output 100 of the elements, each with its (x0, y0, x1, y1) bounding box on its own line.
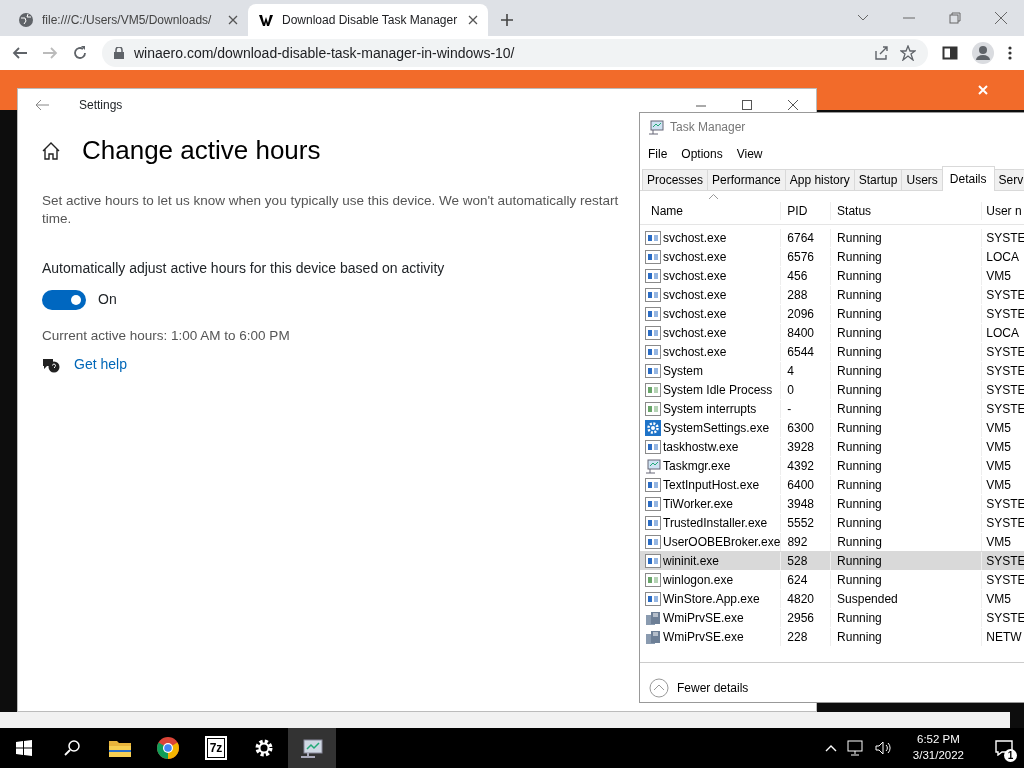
status-cell: Running (830, 475, 982, 494)
status-cell: Running (830, 627, 982, 646)
process-name: svchost.exe (663, 305, 727, 323)
status-cell: Running (830, 304, 982, 323)
more-icon[interactable] (1008, 45, 1012, 61)
share-icon[interactable] (874, 45, 890, 61)
profile-icon[interactable] (972, 42, 994, 64)
monitor-icon[interactable] (300, 738, 324, 758)
chrome-icon[interactable] (157, 737, 179, 759)
tab[interactable]: Details (941, 166, 995, 191)
tab[interactable]: Processes (642, 169, 709, 190)
close-icon[interactable] (787, 99, 799, 111)
collapse-icon[interactable] (649, 677, 669, 698)
scrollbar[interactable] (0, 712, 1010, 728)
app-7z-icon[interactable]: 7z (204, 736, 228, 760)
user-cell: VM5 (981, 532, 1024, 551)
maximize-icon[interactable] (741, 99, 753, 111)
globe-icon (18, 12, 34, 28)
user-cell: VM5 (981, 589, 1024, 608)
fewer-details-link[interactable]: Fewer details (677, 678, 749, 697)
tab[interactable]: Startup (853, 169, 903, 190)
toggle-switch[interactable] (42, 289, 86, 310)
close-icon[interactable] (468, 15, 478, 25)
home-icon[interactable] (42, 141, 60, 160)
folder-icon[interactable] (109, 739, 131, 757)
network-icon[interactable] (846, 740, 865, 756)
status-cell: Running (830, 494, 982, 513)
process-row[interactable]: svchost.exe 456 Running VM5 (640, 266, 1024, 285)
app-window-icon (645, 439, 661, 454)
browser-tab[interactable]: file:///C:/Users/VM5/Downloads/ (8, 4, 248, 36)
close-icon[interactable] (994, 11, 1008, 25)
restore-icon[interactable] (948, 11, 962, 25)
user-cell: VM5 (981, 418, 1024, 437)
browser-tab[interactable]: Download Disable Task Manager (248, 4, 488, 36)
tab-title: Download Disable Task Manager (282, 12, 459, 29)
status-cell: Running (830, 513, 982, 532)
process-row[interactable]: svchost.exe 8400 Running LOCA (640, 323, 1024, 342)
app-window-icon (645, 344, 661, 359)
tab[interactable]: Serv (993, 169, 1024, 190)
back-icon[interactable] (12, 45, 28, 61)
status-cell: Running (830, 456, 982, 475)
column-header[interactable]: Status (830, 202, 982, 220)
back-icon[interactable] (35, 99, 49, 111)
address-bar[interactable]: winaero.com/download-disable-task-manager-in-windows-10/ (102, 39, 928, 67)
tab[interactable]: Users (901, 169, 943, 190)
windows-icon[interactable] (16, 740, 32, 756)
process-row[interactable]: Taskmgr.exe 4392 Running VM5 (640, 456, 1024, 475)
column-header[interactable]: Name (640, 202, 781, 220)
process-row[interactable]: SystemSettings.exe 6300 Running VM5 (640, 418, 1024, 437)
app-window-icon (645, 534, 661, 549)
pid-cell: 4820 (780, 589, 831, 608)
search-icon[interactable] (64, 740, 80, 756)
tab[interactable]: App history (784, 169, 855, 190)
status-cell: Running (830, 532, 982, 551)
side-panel-icon[interactable] (942, 45, 958, 61)
menu-item[interactable]: Options (681, 145, 723, 163)
process-row[interactable]: WinStore.App.exe 4820 Suspended VM5 (640, 589, 1024, 608)
status-cell: Running (830, 418, 982, 437)
menu-item[interactable]: File (648, 145, 668, 163)
toggle-state: On (98, 290, 117, 309)
process-name: WmiPrvSE.exe (663, 628, 744, 646)
chevron-up-icon[interactable] (824, 744, 837, 752)
clock-date[interactable]: 3/31/2022 (912, 748, 964, 764)
menu-item[interactable]: View (736, 145, 763, 163)
process-name: WinStore.App.exe (663, 590, 760, 608)
pid-cell: 228 (780, 627, 831, 646)
new-tab-icon[interactable] (500, 13, 514, 27)
help-chat-icon (42, 356, 60, 373)
process-name: svchost.exe (663, 229, 727, 247)
process-row[interactable]: TextInputHost.exe 6400 Running VM5 (640, 475, 1024, 494)
process-name: svchost.exe (663, 343, 727, 361)
gear-icon[interactable] (254, 738, 274, 758)
process-row[interactable]: UserOOBEBroker.exe 892 Running VM5 (640, 532, 1024, 551)
app-window-icon (645, 325, 661, 340)
process-row[interactable]: taskhostw.exe 3928 Running VM5 (640, 437, 1024, 456)
close-icon[interactable] (228, 15, 238, 25)
pid-cell: 5552 (780, 513, 831, 532)
active-hours-text: Current active hours: 1:00 AM to 6:00 PM (42, 327, 290, 345)
tab[interactable]: Performance (707, 169, 786, 190)
url-text: winaero.com/download-disable-task-manager-in-windows-10/ (134, 43, 516, 63)
status-cell: Running (830, 266, 982, 285)
reload-icon[interactable] (72, 45, 88, 61)
description-text: time. (42, 210, 72, 228)
column-header[interactable]: PID (780, 202, 831, 220)
pid-cell: 288 (780, 285, 831, 304)
clock-time[interactable]: 6:52 PM (912, 732, 964, 748)
column-header[interactable]: User n (981, 202, 1024, 220)
process-name: taskhostw.exe (663, 438, 739, 456)
process-row[interactable]: WmiPrvSE.exe 228 Running NETW (640, 627, 1024, 646)
pid-cell: 3928 (780, 437, 831, 456)
pid-cell: 8400 (780, 323, 831, 342)
volume-icon[interactable] (874, 740, 893, 756)
process-name: TiWorker.exe (663, 495, 734, 513)
process-name: svchost.exe (663, 267, 727, 285)
process-name: SystemSettings.exe (663, 419, 770, 437)
status-cell: Running (830, 342, 982, 361)
pid-cell: 6764 (780, 228, 831, 247)
help-link[interactable]: Get help (74, 354, 127, 376)
process-row[interactable]: svchost.exe 6576 Running LOCA (640, 247, 1024, 266)
star-icon[interactable] (900, 45, 916, 61)
